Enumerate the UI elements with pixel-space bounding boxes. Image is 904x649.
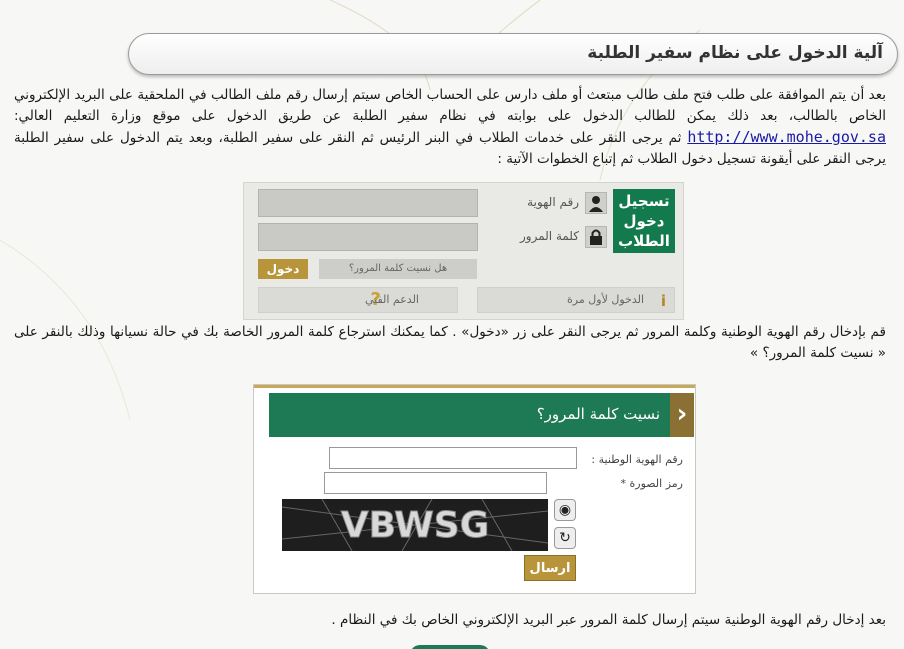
mohe-link[interactable]: http://www.mohe.gov.sa — [687, 128, 886, 146]
captcha-label: رمز الصورة * — [620, 477, 683, 490]
login-panel-screenshot: تسجيل دخول الطلاب رقم الهوية كلمة المرور… — [243, 182, 684, 320]
enter-button[interactable]: دخول — [258, 259, 308, 279]
support-button[interactable]: ? الدعم الفني — [258, 287, 458, 313]
national-id-input[interactable] — [329, 447, 577, 469]
page-title: آلية الدخول على نظام سفير الطلبة — [587, 43, 883, 63]
id-label: رقم الهوية — [527, 195, 579, 209]
forgot-header: ‹ نسيت كلمة المرور؟ — [269, 393, 694, 437]
send-button[interactable]: ارسال — [524, 555, 576, 581]
forgot-header-title: نسيت كلمة المرور؟ — [536, 405, 660, 423]
first-time-login-button[interactable]: i الدخول لأول مرة — [477, 287, 675, 313]
first-time-label: الدخول لأول مرة — [567, 293, 644, 306]
user-icon — [585, 192, 607, 214]
intro-paragraph: بعد أن يتم الموافقة على طلب فتح ملف طالب… — [14, 85, 886, 170]
password-input[interactable] — [258, 223, 478, 251]
lock-icon — [585, 226, 607, 248]
support-label: الدعم الفني — [364, 293, 419, 306]
forgot-password-link[interactable]: هل نسيت كلمة المرور؟ — [319, 259, 477, 279]
login-instructions: قم بإدخال رقم الهوية الوطنية وكلمة المرو… — [14, 324, 886, 361]
id-input[interactable] — [258, 189, 478, 217]
refresh-icon[interactable]: ↻ — [554, 527, 576, 549]
student-login-banner[interactable]: تسجيل دخول الطلاب — [613, 189, 675, 253]
bottom-tab[interactable] — [410, 645, 490, 649]
captcha-input[interactable] — [324, 472, 547, 494]
panel-top-border — [254, 385, 695, 388]
captcha-text: VBWSG — [341, 505, 490, 546]
national-id-label: رقم الهوية الوطنية : — [591, 453, 683, 466]
info-icon: i — [660, 292, 666, 310]
forgot-password-panel-screenshot: ‹ نسيت كلمة المرور؟ رقم الهوية الوطنية :… — [253, 384, 696, 594]
section-title-bar: آلية الدخول على نظام سفير الطلبة — [128, 33, 898, 75]
speaker-icon[interactable]: ◉ — [554, 499, 576, 521]
captcha-image: VBWSG — [282, 499, 548, 551]
result-paragraph: بعد إدخال رقم الهوية الوطنية سيتم إرسال … — [331, 612, 886, 628]
password-label: كلمة المرور — [519, 229, 579, 243]
chevron-left-icon[interactable]: ‹ — [670, 393, 694, 437]
intro-text-1: بعد أن يتم الموافقة على طلب فتح ملف طالب… — [14, 87, 886, 124]
